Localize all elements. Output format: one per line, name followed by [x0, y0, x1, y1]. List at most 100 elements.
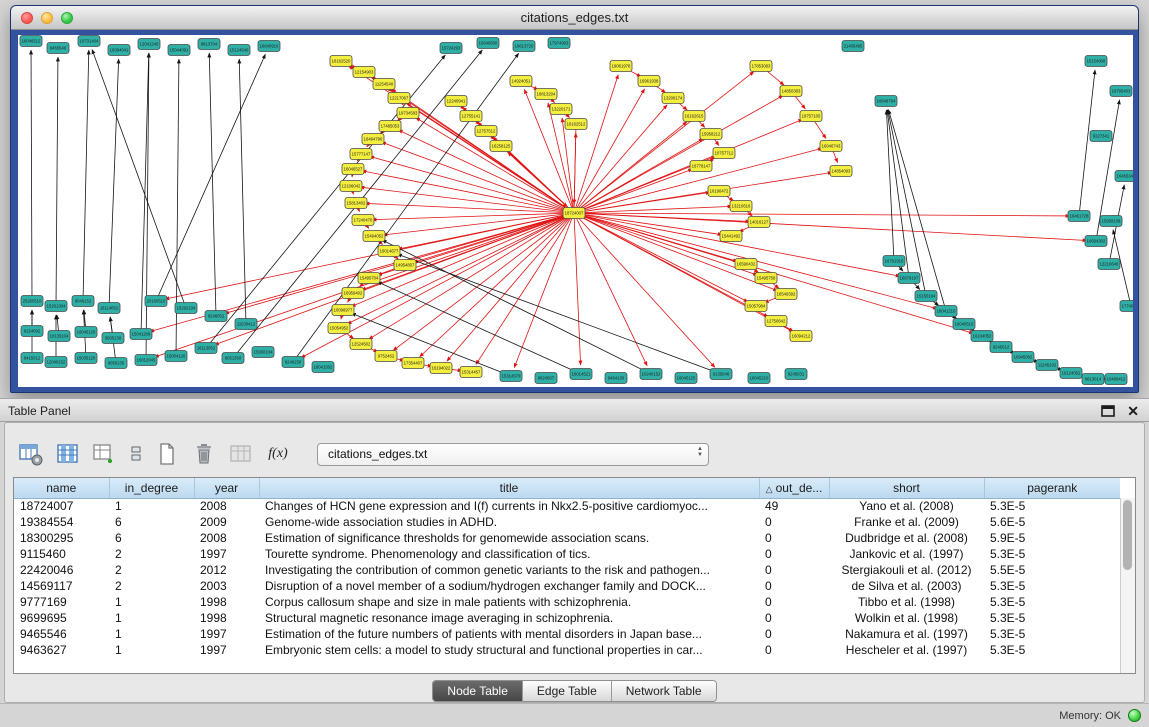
graph-node[interactable]: 12755141 [460, 111, 482, 122]
graph-node[interactable]: 15495704 [358, 273, 380, 284]
delete-table-button[interactable] [190, 440, 218, 468]
graph-node[interactable]: 16679197 [898, 273, 920, 284]
column-header-year[interactable]: year [194, 478, 259, 498]
graph-node[interactable]: 15291304 [45, 301, 67, 312]
graph-node[interactable]: 16124052 [1060, 368, 1082, 379]
graph-node[interactable]: 9464130 [605, 373, 627, 384]
graph-node[interactable]: 9135046 [710, 369, 732, 380]
graph-node[interactable]: 10135104 [48, 331, 70, 342]
graph-node[interactable]: 10096977 [332, 305, 354, 316]
graph-node[interactable]: 9051350 [222, 353, 244, 364]
graph-node[interactable]: 15292104 [175, 303, 197, 314]
graph-node[interactable]: 15495758 [755, 273, 777, 284]
graph-edge[interactable] [501, 146, 567, 207]
graph-node[interactable]: 12041240 [138, 39, 160, 50]
add-column-button[interactable] [91, 440, 119, 468]
table-row[interactable]: 1938455462009Genome-wide association stu… [14, 514, 1120, 530]
graph-node[interactable]: 16014677 [378, 246, 400, 257]
graph-node[interactable]: 10731404 [78, 36, 100, 47]
graph-node[interactable]: 15441492 [720, 231, 742, 242]
graph-node[interactable]: 15124540 [228, 45, 250, 56]
graph-node[interactable]: 9415012 [21, 353, 43, 364]
graph-node[interactable]: 17974903 [548, 38, 570, 49]
graph-node[interactable]: 19795403 [1110, 86, 1132, 97]
column-header-short[interactable]: short [829, 478, 984, 498]
graph-node[interactable]: 15150194 [915, 291, 937, 302]
graph-node[interactable]: 17485053 [379, 121, 401, 132]
tab-edge-table[interactable]: Edge Table [522, 681, 611, 701]
graph-edge[interactable] [574, 213, 581, 365]
graph-node[interactable]: 16104052 [971, 331, 993, 342]
graph-node[interactable]: 9246052 [205, 311, 227, 322]
graph-node[interactable]: 12757512 [475, 126, 497, 137]
graph-node[interactable]: 16590432 [735, 259, 757, 270]
graph-node[interactable]: 16113052 [195, 343, 217, 354]
graph-node[interactable]: 16045120 [75, 327, 97, 338]
graph-node[interactable]: 15041209 [130, 329, 152, 340]
table-row[interactable]: 969969511998Structural magnetic resonanc… [14, 610, 1120, 626]
column-header-pagerank[interactable]: pagerank [984, 478, 1120, 498]
graph-edge[interactable] [31, 50, 32, 301]
graph-edge[interactable] [381, 142, 574, 213]
graph-node[interactable]: 10945062 [1012, 352, 1034, 363]
import-table-button[interactable] [227, 440, 255, 468]
graph-node[interactable]: 12217067 [388, 93, 410, 104]
graph-node[interactable]: 16649500 [477, 38, 499, 49]
graph-node[interactable]: 16640910 [258, 41, 280, 52]
function-builder-button[interactable]: f(x) [264, 440, 292, 468]
graph-edge[interactable] [83, 50, 89, 301]
graph-node[interactable]: 17240470 [352, 215, 374, 226]
graph-edge[interactable] [574, 95, 783, 213]
graph-node[interactable]: 10694302 [1085, 236, 1107, 247]
graph-node[interactable]: 16162520 [330, 56, 352, 67]
graph-node[interactable]: 18757105 [800, 111, 822, 122]
window-titlebar[interactable]: citations_edges.txt [11, 6, 1138, 30]
graph-node[interactable]: 16258125 [490, 141, 512, 152]
table-row[interactable]: 946362711997Embryonic stem cells: a mode… [14, 642, 1120, 658]
graph-node[interactable]: 9227341 [1090, 131, 1112, 142]
graph-node[interactable]: 15494052 [363, 231, 385, 242]
graph-node[interactable]: 9465546 [47, 43, 69, 54]
graph-node[interactable]: 16648794 [875, 96, 897, 107]
graph-node[interactable]: 18046512 [20, 36, 42, 47]
graph-edge[interactable] [574, 172, 832, 213]
table-scrollbar[interactable] [1120, 498, 1135, 673]
graph-node[interactable]: 18041210 [935, 306, 957, 317]
graph-edge[interactable] [156, 54, 265, 301]
graph-node[interactable]: 12154903 [353, 67, 375, 78]
graph-edge[interactable] [1079, 70, 1095, 216]
table-selector-dropdown[interactable]: citations_edges.txt ▲▼ [317, 443, 709, 466]
graph-edge[interactable] [301, 213, 574, 358]
graph-node[interactable]: 8154092 [21, 326, 43, 337]
graph-node[interactable]: 16046743 [820, 141, 842, 152]
graph-node[interactable]: 12240941 [445, 96, 467, 107]
graph-node[interactable]: 25260510 [21, 296, 43, 307]
graph-node[interactable]: 15314457 [460, 367, 482, 378]
graph-node[interactable]: 16162512 [565, 119, 587, 130]
graph-edge[interactable] [574, 119, 803, 213]
table-row[interactable]: 1830029562008Estimation of significance … [14, 530, 1120, 546]
graph-node[interactable]: 16494790 [362, 134, 384, 145]
graph-edge[interactable] [92, 49, 186, 308]
graph-node[interactable]: 16094212 [790, 331, 812, 342]
graph-node[interactable]: 9046152 [72, 296, 94, 307]
graph-node[interactable]: 9752462 [375, 351, 397, 362]
column-header-out-degree[interactable]: △out_de... [759, 478, 829, 498]
graph-node[interactable]: 9613014 [1082, 374, 1104, 385]
graph-node[interactable]: 15724293 [440, 43, 462, 54]
graph-node[interactable]: 15044091 [168, 45, 190, 56]
graph-node[interactable]: 12046152 [45, 357, 67, 368]
graph-node[interactable]: 9245031 [785, 369, 807, 380]
graph-edge[interactable] [351, 213, 574, 307]
table-row[interactable]: 911546021997Tourette syndrome. Phenomeno… [14, 546, 1120, 562]
graph-node[interactable]: 12524502 [350, 339, 372, 350]
graph-node[interactable]: 16778147 [690, 161, 712, 172]
close-panel-icon[interactable]: ✕ [1127, 403, 1139, 419]
graph-node[interactable]: 15958108 [1100, 216, 1122, 227]
column-header-title[interactable]: title [259, 478, 759, 498]
graph-edge[interactable] [365, 203, 574, 213]
column-header-name[interactable]: name [14, 478, 109, 498]
table-settings-button[interactable] [17, 440, 45, 468]
graph-node[interactable]: 13210616 [730, 201, 752, 212]
graph-node[interactable]: 15154808 [1085, 56, 1107, 67]
